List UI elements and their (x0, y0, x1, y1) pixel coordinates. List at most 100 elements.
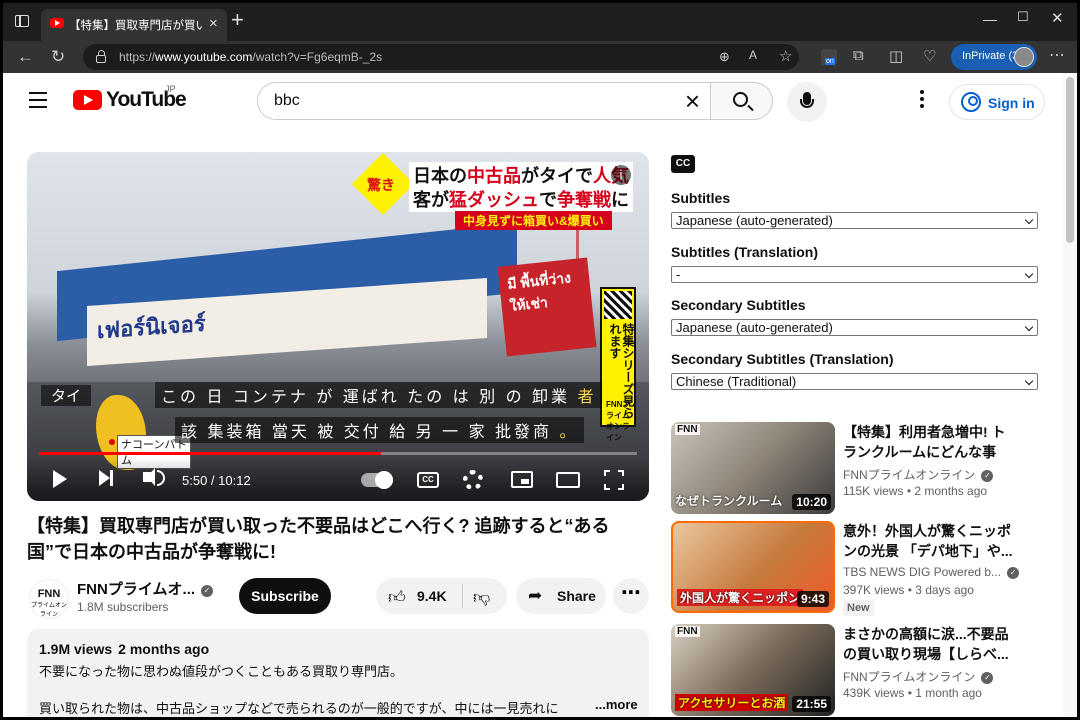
maximize-icon[interactable]: ☐ (1017, 9, 1029, 25)
extensions-puzzle-icon[interactable]: ⧉ (853, 47, 864, 64)
settings-gear-icon[interactable] (463, 470, 483, 490)
back-arrow-icon[interactable]: ← (17, 47, 34, 67)
secondary-subtitles-label: Secondary Subtitles (671, 297, 806, 313)
user-icon (961, 92, 981, 112)
zoom-icon[interactable]: ⊕ (719, 49, 730, 65)
inprivate-button[interactable]: InPrivate (3) (951, 44, 1037, 70)
lock-icon[interactable] (96, 50, 106, 63)
page-scrollbar[interactable] (1063, 73, 1077, 717)
next-video-icon[interactable] (99, 470, 113, 486)
map-pin-icon (109, 439, 115, 445)
series-side-tag: 特集シリーズ見られます FNNプライムオンライン (600, 287, 636, 442)
recommended-title[interactable]: まさかの高額に涙...不要品の買い取り現場【しらべ... (843, 624, 1019, 664)
video-player[interactable]: เฟอร์นิเจอร์ มี พื้นที่ว่าง ให้เช่า 驚き 日… (27, 152, 649, 501)
voice-search-button[interactable] (787, 82, 827, 122)
recommended-title[interactable]: 意外！外国人が驚くニッポンの光景 「デパ地下」や... (843, 521, 1019, 561)
browser-tab-bar: 【特集】買取専門店が買い取った不要 × + — ☐ ✕ (3, 3, 1077, 41)
subscribe-button[interactable]: Subscribe (239, 578, 331, 614)
share-arrow-icon: ➦ (528, 586, 543, 605)
secondary-subtitles-translation-select[interactable]: Chinese (Traditional) (671, 373, 1038, 390)
recommended-channel[interactable]: FNNプライムオンライン ✓ (843, 668, 994, 685)
verified-check-icon: ✓ (981, 672, 994, 684)
url-text: https://www.youtube.com/watch?v=Fg6eqmB-… (119, 50, 383, 64)
menu-icon[interactable] (29, 92, 47, 108)
video-description[interactable]: 1.9M views 2 months ago 不要になった物に思わぬ値段がつくこ… (27, 629, 649, 717)
video-headline-overlay: 驚き 日本の中古品がタイで人気 客が猛ダッシュで争奪戦に 中身見ずに箱買い&爆買… (351, 152, 647, 230)
search-icon (733, 92, 748, 107)
subtitles-label: Subtitles (671, 190, 731, 206)
search-box: × (257, 82, 711, 120)
clear-search-icon[interactable]: × (685, 87, 700, 115)
secondary-subtitles-select[interactable]: Japanese (auto-generated) (671, 319, 1038, 336)
recommended-video[interactable]: FNN アクセサリーとお酒 21:55 まさかの高額に涙...不要品の買い取り現… (671, 624, 1071, 716)
video-thumbnail[interactable]: FNN なぜトランクルーム 10:20 (671, 422, 835, 514)
new-tab-icon[interactable]: + (231, 9, 244, 31)
subtitles-translation-label: Subtitles (Translation) (671, 244, 819, 260)
read-aloud-icon[interactable]: A (749, 48, 757, 62)
progress-played (39, 452, 382, 455)
like-count[interactable]: 9.4K (417, 588, 447, 604)
dislike-thumb-icon[interactable]: 👎︎ (473, 587, 490, 608)
address-bar[interactable]: https://www.youtube.com/watch?v=Fg6eqmB-… (83, 44, 799, 70)
browser-tab[interactable]: 【特集】買取専門店が買い取った不要 × (41, 9, 227, 41)
search-input[interactable] (274, 91, 674, 111)
minimize-icon[interactable]: — (983, 11, 997, 27)
subtitles-cc-button[interactable]: CC (417, 472, 439, 488)
scrollbar-thumb[interactable] (1066, 77, 1074, 243)
more-actions-icon[interactable]: ⋯ (613, 578, 649, 614)
browser-essentials-icon[interactable]: ♡ (923, 47, 936, 65)
recommended-meta: 115K views • 2 months ago (843, 484, 988, 498)
video-frame-red-sign: มี พื้นที่ว่าง ให้เช่า (497, 257, 597, 357)
miniplayer-icon[interactable] (511, 471, 533, 488)
verified-check-icon: ✓ (1007, 567, 1020, 579)
split-screen-icon[interactable]: ◫ (889, 47, 903, 65)
like-dislike-group: 👍︎ 9.4K 👎︎ (376, 578, 507, 614)
close-window-icon[interactable]: ✕ (1051, 9, 1064, 27)
qr-code-icon (604, 291, 632, 319)
video-thumbnail[interactable]: FNN アクセサリーとお酒 21:55 (671, 624, 835, 716)
video-thumbnail[interactable]: 外国人が驚くニッポン 9:43 (671, 521, 835, 613)
description-more-link[interactable]: ...more (595, 697, 638, 712)
cc-badge-icon: CC (671, 155, 695, 173)
recommended-title[interactable]: 【特集】利用者急増中! トランクルームにどんな事情... (843, 422, 1019, 462)
like-thumb-icon[interactable]: 👍︎ (388, 587, 406, 608)
workspaces-icon[interactable] (15, 15, 29, 27)
recommended-channel[interactable]: FNNプライムオンライン ✓ (843, 466, 994, 483)
channel-name[interactable]: FNNプライムオ... ✓ (77, 578, 214, 599)
extension-icon[interactable]: on (821, 49, 837, 65)
caption-line-primary: この 日 コンテナ が 運ばれ たの は 別 の 卸業 者 (155, 382, 603, 408)
search-button[interactable] (710, 82, 773, 120)
volume-icon[interactable] (143, 468, 165, 486)
subtitles-select[interactable]: Japanese (auto-generated) (671, 212, 1038, 229)
fullscreen-icon[interactable] (604, 470, 624, 490)
tab-close-icon[interactable]: × (209, 15, 218, 32)
verified-check-icon: ✓ (981, 470, 994, 482)
recommended-video[interactable]: FNN なぜトランクルーム 10:20 【特集】利用者急増中! トランクルームに… (671, 422, 1071, 514)
duration-badge: 9:43 (796, 591, 829, 607)
share-button[interactable]: ➦ Share (516, 578, 606, 614)
subtitles-translation-select[interactable]: - (671, 266, 1038, 283)
channel-avatar[interactable]: FNN プライムオンライン (29, 579, 69, 619)
play-icon[interactable] (53, 470, 67, 488)
sign-in-button[interactable]: Sign in (949, 84, 1045, 120)
info-icon[interactable]: i (611, 165, 631, 185)
favorite-star-icon[interactable]: ☆ (779, 47, 792, 65)
video-title: 【特集】買取専門店が買い取った不要品はどこへ行く? 追跡すると“ある国”で日本の… (27, 516, 610, 562)
caption-line-secondary: 該 集装箱 當天 被 交付 給 另 一 家 批發商 。 (175, 417, 585, 443)
time-display: 5:50 / 10:12 (182, 473, 251, 488)
recommended-meta: 439K views • 1 month ago (843, 686, 982, 700)
secondary-subtitles-translation-label: Secondary Subtitles (Translation) (671, 351, 894, 367)
refresh-icon[interactable]: ↻ (51, 47, 65, 67)
subscriber-count: 1.8M subscribers (77, 600, 169, 614)
autoplay-toggle[interactable] (361, 471, 393, 489)
youtube-page: YouTube JP × Sign in เฟอร์นิเจอร์ มี พื้… (3, 73, 1077, 717)
more-options-icon[interactable] (920, 90, 924, 111)
progress-bar[interactable] (39, 452, 637, 455)
theater-mode-icon[interactable] (556, 472, 580, 488)
recommended-channel[interactable]: TBS NEWS DIG Powered b... ✓ (843, 565, 1020, 579)
duration-badge: 10:20 (792, 494, 831, 510)
settings-more-icon[interactable]: ⋯ (1049, 45, 1065, 65)
microphone-icon (800, 92, 814, 108)
tab-title: 【特集】買取専門店が買い取った不要 (69, 20, 203, 32)
browser-toolbar: ← ↻ https://www.youtube.com/watch?v=Fg6e… (3, 41, 1077, 73)
